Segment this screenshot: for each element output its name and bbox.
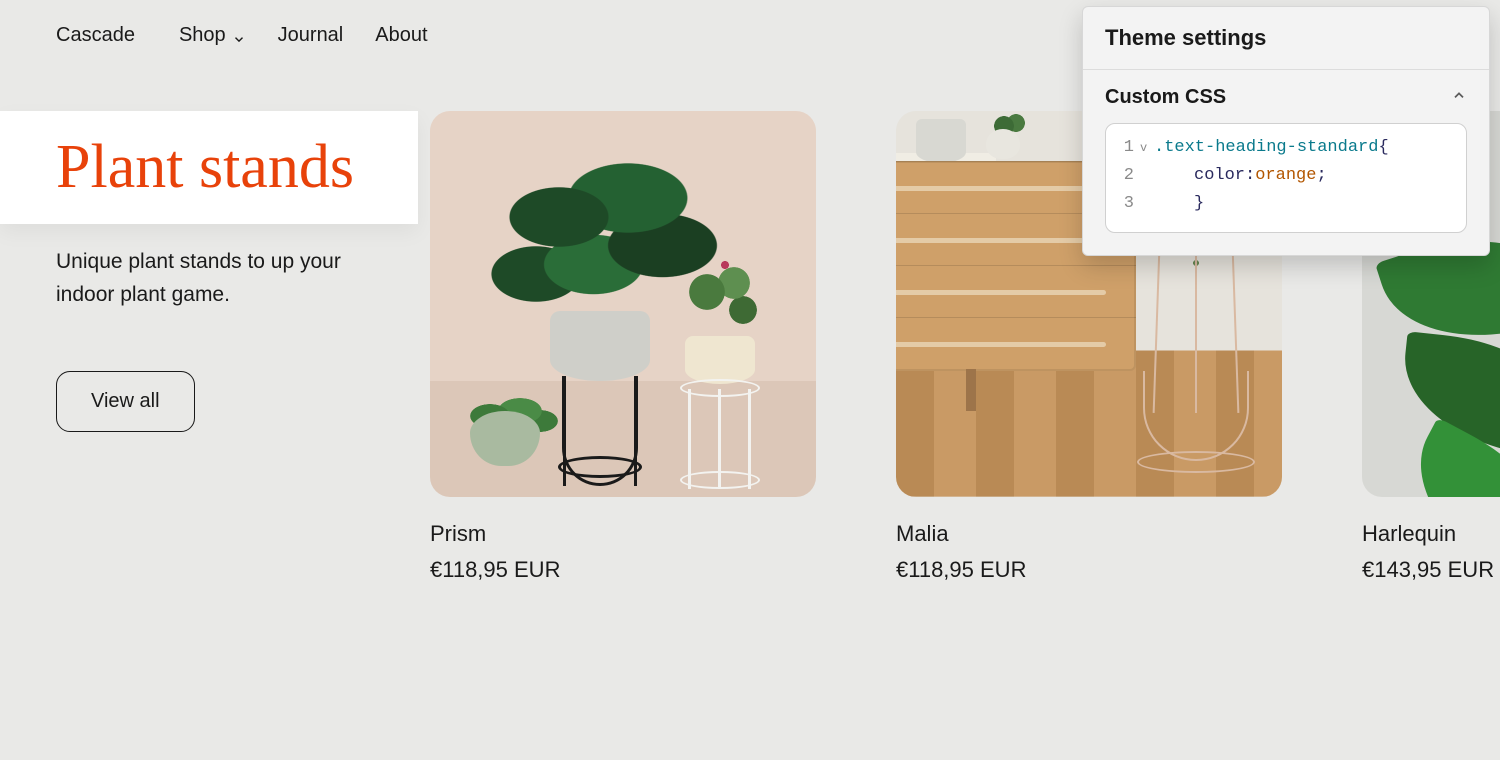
chevron-up-icon [1451, 86, 1467, 109]
line-number: 2 [1114, 162, 1140, 190]
view-all-button[interactable]: View all [56, 371, 195, 432]
nav-item-journal[interactable]: Journal [278, 24, 344, 47]
product-image [430, 111, 816, 497]
code-token-property: color [1194, 162, 1245, 190]
code-token-punct: { [1378, 134, 1388, 162]
code-token-value: orange [1255, 162, 1316, 190]
product-name: Malia [896, 521, 1282, 547]
code-line: 1 v .text-heading-standard { [1114, 134, 1458, 162]
nav-item-label: Shop [179, 24, 226, 47]
code-token-punct: ; [1316, 162, 1326, 190]
code-token-selector: .text-heading-standard [1154, 134, 1378, 162]
line-number: 3 [1114, 190, 1140, 218]
product-card[interactable]: Prism €118,95 EUR [430, 111, 816, 583]
nav-item-about[interactable]: About [375, 24, 427, 47]
panel-section-title-label: Custom CSS [1105, 86, 1226, 109]
code-line: 3 } [1114, 190, 1458, 218]
collection-heading: Plant stands [56, 135, 378, 200]
brand-link[interactable]: Cascade [56, 24, 135, 47]
collection-subtext: Unique plant stands to up your indoor pl… [56, 246, 400, 311]
code-token-punct: } [1194, 190, 1204, 218]
product-price: €118,95 EUR [430, 557, 816, 583]
custom-css-editor[interactable]: 1 v .text-heading-standard { 2 color : o… [1105, 123, 1467, 233]
heading-highlight: Plant stands [0, 111, 418, 224]
intro-block: Plant stands Unique plant stands to up y… [0, 111, 420, 583]
theme-settings-panel: Theme settings Custom CSS 1 v .text-head… [1082, 6, 1490, 256]
code-line: 2 color : orange ; [1114, 162, 1458, 190]
chevron-down-icon [232, 29, 246, 43]
product-name: Harlequin [1362, 521, 1500, 547]
nav-item-shop[interactable]: Shop [179, 24, 246, 47]
product-name: Prism [430, 521, 816, 547]
panel-section-toggle[interactable]: Custom CSS [1105, 86, 1467, 109]
fold-icon[interactable]: v [1140, 139, 1154, 159]
panel-title: Theme settings [1083, 7, 1489, 70]
panel-section-custom-css: Custom CSS 1 v .text-heading-standard { … [1083, 70, 1489, 255]
product-price: €118,95 EUR [896, 557, 1282, 583]
product-price: €143,95 EUR [1362, 557, 1500, 583]
line-number: 1 [1114, 134, 1140, 162]
code-token-punct: : [1245, 162, 1255, 190]
